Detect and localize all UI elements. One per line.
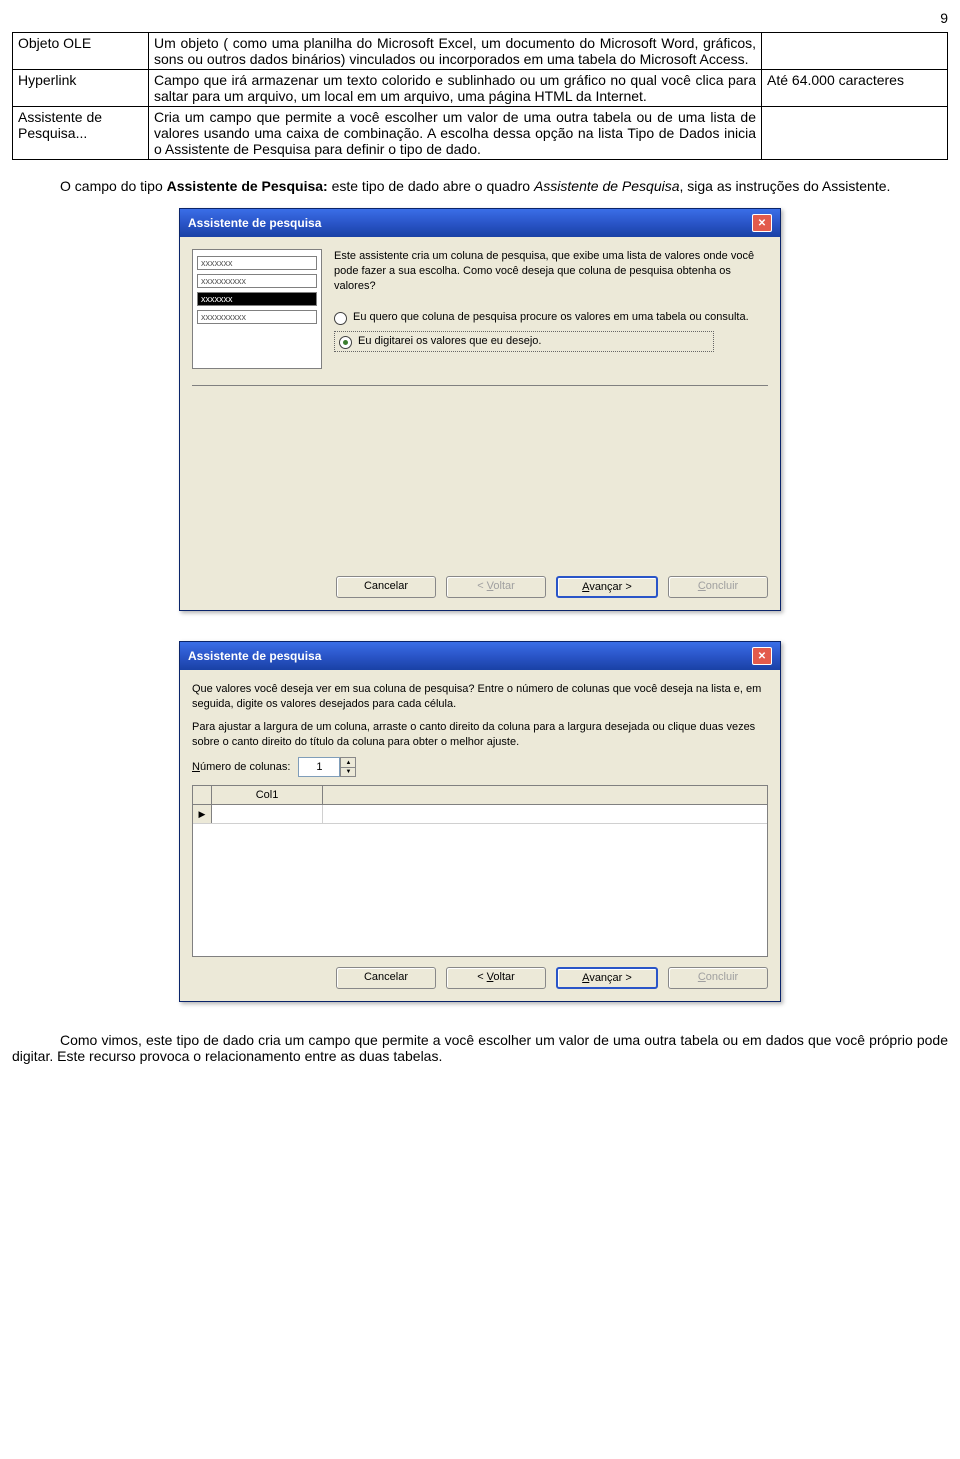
chevron-down-icon[interactable]: ▼ (341, 768, 355, 777)
wizard-intro-text: Este assistente cria um coluna de pesqui… (334, 249, 768, 294)
cell-name: Hyperlink (13, 70, 149, 107)
lookup-wizard-dialog-step2: Assistente de pesquisa ✕ Que valores voc… (179, 641, 781, 1002)
cell-desc: Um objeto ( como uma planilha do Microso… (149, 33, 762, 70)
radio-icon (334, 312, 347, 325)
grid-cell[interactable] (212, 805, 323, 823)
table-row: Assistente de Pesquisa... Cria um campo … (13, 107, 948, 160)
radio-label: Eu quero que coluna de pesquisa procure … (353, 310, 749, 325)
field-types-table: Objeto OLE Um objeto ( como uma planilha… (12, 32, 948, 160)
cell-desc: Campo que irá armazenar um texto colorid… (149, 70, 762, 107)
dialog-titlebar[interactable]: Assistente de pesquisa ✕ (180, 209, 780, 237)
chevron-up-icon[interactable]: ▲ (341, 758, 355, 768)
wizard-instruction-2: Para ajustar a largura de um coluna, arr… (192, 720, 768, 750)
back-button[interactable]: < Voltar (446, 967, 546, 989)
close-icon[interactable]: ✕ (752, 647, 772, 665)
dialog-title: Assistente de pesquisa (188, 216, 321, 230)
cell-desc: Cria um campo que permite a você escolhe… (149, 107, 762, 160)
numcols-input[interactable]: 1 (298, 757, 340, 777)
finish-button: Concluir (668, 576, 768, 598)
paragraph-conclusion: Como vimos, este tipo de dado cria um ca… (12, 1032, 948, 1064)
cell-size (762, 33, 948, 70)
next-button[interactable]: Avançar > (556, 967, 658, 989)
wizard-instruction-1: Que valores você deseja ver em sua colun… (192, 682, 768, 712)
values-grid[interactable]: Col1 ▶ (192, 785, 768, 957)
wizard-empty-area (192, 385, 768, 566)
close-icon[interactable]: ✕ (752, 214, 772, 232)
numcols-spinner[interactable]: ▲ ▼ (340, 757, 356, 777)
table-row: Hyperlink Campo que irá armazenar um tex… (13, 70, 948, 107)
finish-button: Concluir (668, 967, 768, 989)
table-row: Objeto OLE Um objeto ( como uma planilha… (13, 33, 948, 70)
numcols-label: Número de colunas: (192, 761, 290, 773)
cell-size (762, 107, 948, 160)
grid-column-header[interactable]: Col1 (212, 786, 323, 804)
next-button[interactable]: Avançar > (556, 576, 658, 598)
paragraph-assistente: O campo do tipo Assistente de Pesquisa: … (12, 178, 948, 194)
dialog-title: Assistente de pesquisa (188, 649, 321, 663)
grid-row-selector[interactable]: ▶ (193, 805, 212, 823)
cell-name: Objeto OLE (13, 33, 149, 70)
grid-corner (193, 786, 212, 804)
back-button: < Voltar (446, 576, 546, 598)
radio-label: Eu digitarei os valores que eu desejo. (358, 334, 541, 349)
wizard-preview-image: xxxxxxx xxxxxxxxxx xxxxxxx xxxxxxxxxx (192, 249, 322, 369)
cell-size: Até 64.000 caracteres (762, 70, 948, 107)
dialog-titlebar[interactable]: Assistente de pesquisa ✕ (180, 642, 780, 670)
page-number: 9 (12, 10, 948, 26)
radio-type-values[interactable]: Eu digitarei os valores que eu desejo. (334, 331, 714, 352)
cancel-button[interactable]: Cancelar (336, 967, 436, 989)
radio-lookup-table[interactable]: Eu quero que coluna de pesquisa procure … (334, 310, 768, 325)
cancel-button[interactable]: Cancelar (336, 576, 436, 598)
radio-icon (339, 336, 352, 349)
cell-name: Assistente de Pesquisa... (13, 107, 149, 160)
lookup-wizard-dialog-step1: Assistente de pesquisa ✕ xxxxxxx xxxxxxx… (179, 208, 781, 611)
